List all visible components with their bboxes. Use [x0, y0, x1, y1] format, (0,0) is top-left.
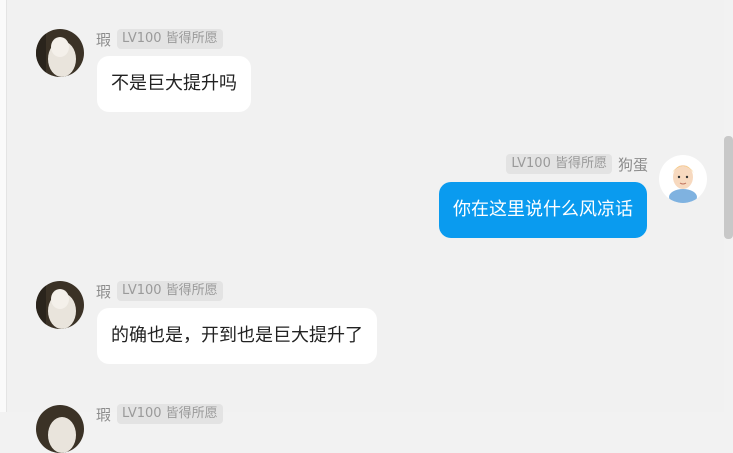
- sender-nickname[interactable]: 瑕: [96, 29, 111, 50]
- avatar-dog-photo-icon: [36, 405, 84, 453]
- sender-nickname[interactable]: 狗蛋: [618, 154, 648, 175]
- message-meta: 瑕 LV100 皆得所愿: [96, 28, 223, 50]
- avatar-xia[interactable]: [36, 281, 84, 329]
- avatar-xia[interactable]: [36, 29, 84, 77]
- sender-nickname[interactable]: 瑕: [96, 404, 111, 425]
- message-meta: 瑕 LV100 皆得所愿: [96, 403, 223, 425]
- message-bubble[interactable]: 不是巨大提升吗: [97, 56, 251, 112]
- chat-message-list[interactable]: 瑕 LV100 皆得所愿 不是巨大提升吗 LV100 皆得所愿 狗蛋 你在这里说…: [6, 0, 725, 453]
- level-badge: LV100 皆得所愿: [117, 404, 223, 424]
- sender-nickname[interactable]: 瑕: [96, 281, 111, 302]
- level-badge: LV100 皆得所愿: [117, 281, 223, 301]
- avatar-dog-photo-icon: [36, 29, 84, 77]
- level-badge: LV100 皆得所愿: [117, 29, 223, 49]
- level-badge: LV100 皆得所愿: [506, 154, 612, 174]
- message-meta: 瑕 LV100 皆得所愿: [96, 280, 223, 302]
- message-bubble[interactable]: 你在这里说什么风凉话: [439, 182, 647, 238]
- avatar-cartoon-boy-icon: [659, 155, 707, 203]
- avatar-goudan[interactable]: [659, 155, 707, 203]
- avatar-xia[interactable]: [36, 405, 84, 453]
- avatar-dog-photo-icon: [36, 281, 84, 329]
- scrollbar-thumb[interactable]: [724, 136, 733, 239]
- message-meta: LV100 皆得所愿 狗蛋: [506, 153, 648, 175]
- message-bubble[interactable]: 的确也是，开到也是巨大提升了: [97, 308, 377, 364]
